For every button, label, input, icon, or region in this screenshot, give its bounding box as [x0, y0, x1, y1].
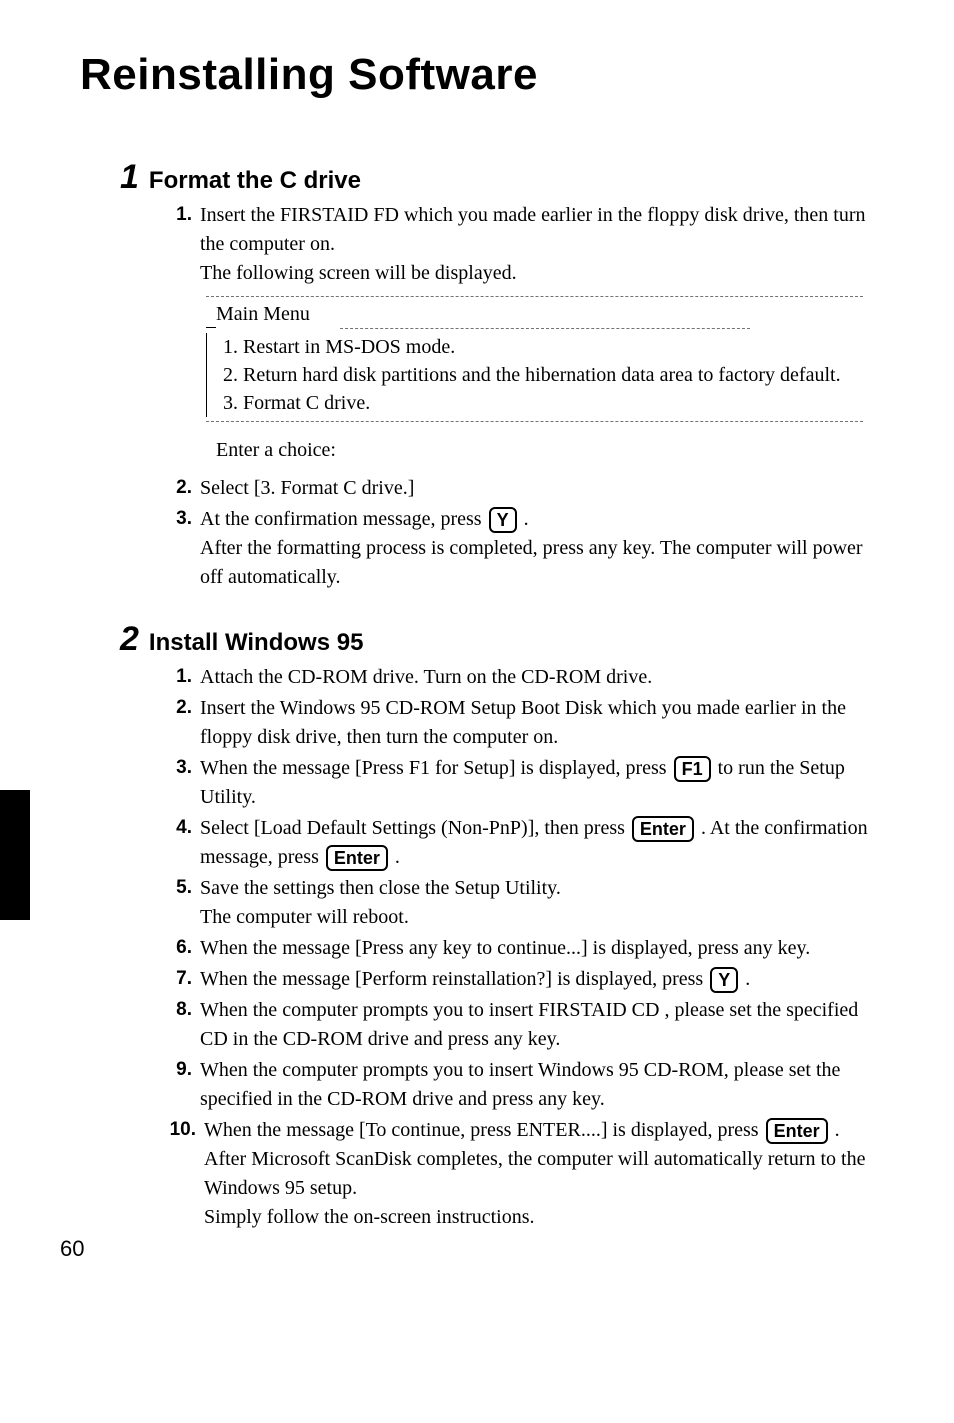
step: 2. Insert the Windows 95 CD-ROM Setup Bo… [160, 694, 884, 752]
step-body: When the message [Press F1 for Setup] is… [200, 754, 884, 812]
steps: 1. Insert the FIRSTAID FD which you made… [160, 201, 884, 592]
step-text: When the message [Press F1 for Setup] is… [200, 757, 672, 779]
step-number: 6. [160, 934, 200, 963]
step-text: After Microsoft ScanDisk completes, the … [204, 1148, 865, 1199]
section-number: 2 [120, 622, 139, 656]
step-body: Save the settings then close the Setup U… [200, 874, 884, 932]
step: 5. Save the settings then close the Setu… [160, 874, 884, 932]
step: 1. Insert the FIRSTAID FD which you made… [160, 201, 884, 472]
keycap-enter: Enter [632, 816, 694, 842]
step: 9. When the computer prompts you to inse… [160, 1056, 884, 1114]
section-title: Format the C drive [149, 167, 361, 195]
step: 3. When the message [Press F1 for Setup]… [160, 754, 884, 812]
step: 3. At the confirmation message, press Y … [160, 505, 884, 592]
prompt: Enter a choice: [200, 436, 884, 464]
step-text: At the confirmation message, press [200, 508, 487, 530]
step-number: 2. [160, 694, 200, 752]
step-number: 3. [160, 505, 200, 592]
step-number: 4. [160, 814, 200, 872]
keycap-enter: Enter [326, 845, 388, 871]
step-text: The following screen will be displayed. [200, 262, 517, 284]
step-body: When the message [To continue, press ENT… [204, 1116, 884, 1232]
section-number: 1 [120, 160, 139, 194]
step-body: Insert the FIRSTAID FD which you made ea… [200, 201, 884, 472]
step-text: Simply follow the on-screen instructions… [204, 1206, 535, 1228]
step-body: When the computer prompts you to insert … [200, 1056, 884, 1114]
step-text: Save the settings then close the Setup U… [200, 877, 561, 899]
page-title: Reinstalling Software [80, 50, 884, 100]
keycap-y: Y [710, 967, 738, 993]
divider [340, 328, 750, 329]
menu-item: 2. Return hard disk partitions and the h… [223, 361, 884, 389]
step-body: Insert the Windows 95 CD-ROM Setup Boot … [200, 694, 884, 752]
step-text: . [830, 1119, 840, 1141]
step: 10. When the message [To continue, press… [160, 1116, 884, 1232]
step-text: When the message [To continue, press ENT… [204, 1119, 764, 1141]
keycap-enter: Enter [766, 1118, 828, 1144]
step-body: When the message [Perform reinstallation… [200, 965, 884, 994]
step-number: 7. [160, 965, 200, 994]
page-number: 60 [60, 1236, 84, 1262]
step: 8. When the computer prompts you to inse… [160, 996, 884, 1054]
step-text: . [740, 968, 750, 990]
step-body: Select [3. Format C drive.] [200, 474, 884, 503]
screen-display: Main Menu 1. Restart in MS-DOS mode. 2. … [200, 296, 884, 464]
page: Reinstalling Software 1 Format the C dri… [0, 0, 954, 1302]
step-number: 2. [160, 474, 200, 503]
steps: 1. Attach the CD-ROM drive. Turn on the … [160, 663, 884, 1232]
thumb-tab [0, 790, 30, 920]
menu-item: 3. Format C drive. [223, 389, 884, 417]
step-number: 9. [160, 1056, 200, 1114]
step-body: When the message [Press any key to conti… [200, 934, 884, 963]
keycap-f1: F1 [674, 756, 711, 782]
section-head: 1 Format the C drive [120, 160, 884, 195]
step-number: 5. [160, 874, 200, 932]
step-number: 8. [160, 996, 200, 1054]
step: 2. Select [3. Format C drive.] [160, 474, 884, 503]
step-text: . [390, 846, 400, 868]
step-text: Insert the FIRSTAID FD which you made ea… [200, 204, 866, 255]
step-text: When the message [Perform reinstallation… [200, 968, 708, 990]
menu-items: 1. Restart in MS-DOS mode. 2. Return har… [206, 333, 884, 417]
screen-title: Main Menu [200, 299, 884, 328]
step: 7. When the message [Perform reinstallat… [160, 965, 884, 994]
menu-item: 1. Restart in MS-DOS mode. [223, 333, 884, 361]
section-install-win95: 2 Install Windows 95 1. Attach the CD-RO… [120, 622, 884, 1232]
divider [206, 296, 863, 297]
section-title: Install Windows 95 [149, 629, 364, 657]
step-body: Attach the CD-ROM drive. Turn on the CD-… [200, 663, 884, 692]
section-format-c: 1 Format the C drive 1. Insert the FIRST… [120, 160, 884, 592]
step-text: Select [Load Default Settings (Non-PnP)]… [200, 817, 630, 839]
step-number: 1. [160, 663, 200, 692]
keycap-y: Y [489, 507, 517, 533]
step: 1. Attach the CD-ROM drive. Turn on the … [160, 663, 884, 692]
step-body: Select [Load Default Settings (Non-PnP)]… [200, 814, 884, 872]
step-number: 10. [160, 1116, 204, 1232]
step-text: After the formatting process is complete… [200, 537, 863, 588]
step-text: . [519, 508, 529, 530]
section-head: 2 Install Windows 95 [120, 622, 884, 657]
step: 6. When the message [Press any key to co… [160, 934, 884, 963]
step-number: 3. [160, 754, 200, 812]
step-body: At the confirmation message, press Y . A… [200, 505, 884, 592]
step-number: 1. [160, 201, 200, 472]
divider [206, 421, 863, 422]
step: 4. Select [Load Default Settings (Non-Pn… [160, 814, 884, 872]
step-body: When the computer prompts you to insert … [200, 996, 884, 1054]
step-text: The computer will reboot. [200, 906, 409, 928]
